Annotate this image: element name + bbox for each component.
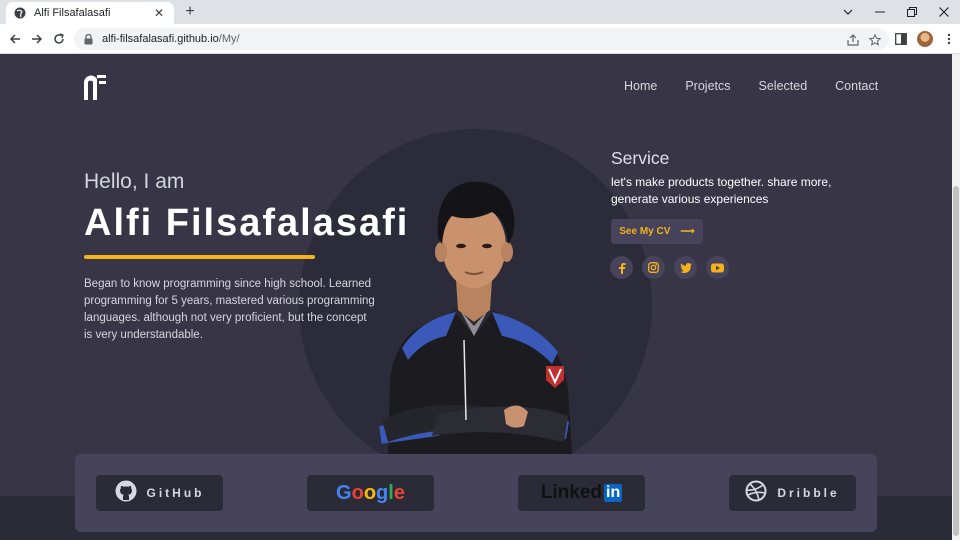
portfolio-page: Home Projetcs Selected Contact Hello, I … [0, 54, 952, 540]
linkedin-word: Linked [540, 482, 602, 503]
more-menu-icon[interactable] [938, 28, 960, 50]
facebook-icon[interactable] [610, 256, 633, 279]
linkedin-button[interactable]: Linked in [518, 475, 645, 511]
globe-icon [14, 7, 26, 19]
service-text: let's make products together. share more… [611, 175, 832, 206]
arrow-right-icon: ⟶ [680, 226, 695, 237]
google-letter: o [351, 481, 364, 504]
close-window-button[interactable] [928, 0, 960, 24]
github-label: GitHub [146, 486, 205, 500]
tab-close-icon[interactable]: ✕ [152, 6, 166, 20]
scrollbar-thumb[interactable] [953, 186, 959, 536]
reload-icon[interactable] [49, 29, 69, 49]
instagram-icon[interactable] [642, 256, 665, 279]
github-icon [115, 480, 137, 507]
twitter-icon[interactable] [674, 256, 697, 279]
youtube-icon[interactable] [706, 256, 729, 279]
nav-contact[interactable]: Contact [835, 79, 878, 93]
google-letter: g [376, 481, 389, 504]
dribble-button[interactable]: Dribble [729, 475, 856, 511]
lock-icon [84, 33, 94, 45]
google-logo: Google [336, 482, 405, 505]
nav-selected[interactable]: Selected [759, 79, 808, 93]
nav-projects[interactable]: Projetcs [685, 79, 730, 93]
main-nav: Home Projetcs Selected Contact [624, 79, 878, 93]
url-path: /My/ [218, 33, 240, 45]
linkedin-logo: Linked in [540, 482, 623, 504]
url-host: alfi-filsafalasafi.github.io [102, 33, 219, 45]
share-icon[interactable] [845, 32, 861, 48]
hero-greeting: Hello, I am [84, 170, 185, 193]
google-letter: e [393, 481, 405, 504]
site-logo[interactable] [83, 74, 107, 100]
back-arrow-icon[interactable] [5, 29, 25, 49]
bookmark-star-icon[interactable] [867, 32, 883, 48]
minimize-button[interactable] [864, 0, 896, 24]
profile-avatar[interactable] [914, 28, 936, 50]
service-title: Service [611, 148, 670, 168]
restore-button[interactable] [896, 0, 928, 24]
github-button[interactable]: GitHub [96, 475, 223, 511]
hero-description: Began to know programming since high sch… [84, 278, 375, 341]
hero-name: Alfi Filsafalasafi [84, 202, 410, 244]
google-letter: o [363, 481, 377, 504]
side-panel-icon[interactable] [890, 28, 912, 50]
tab-search-icon[interactable] [832, 0, 864, 24]
new-tab-button[interactable]: + [180, 2, 200, 22]
browser-toolbar: alfi-filsafalasafi.github.io/My/ [0, 24, 960, 54]
linkedin-in-badge: in [604, 484, 623, 502]
nav-home[interactable]: Home [624, 79, 657, 93]
dribbble-icon [745, 480, 767, 507]
social-links [610, 256, 729, 279]
tab-strip: Alfi Filsafalasafi ✕ + [0, 0, 960, 24]
url-text: alfi-filsafalasafi.github.io/My/ [102, 33, 240, 45]
forward-arrow-icon[interactable] [27, 29, 47, 49]
see-cv-label: See My CV [619, 226, 671, 237]
address-bar[interactable]: alfi-filsafalasafi.github.io/My/ [74, 28, 889, 50]
name-underline [84, 255, 315, 259]
google-letter: G [336, 481, 352, 504]
dribble-label: Dribble [777, 486, 840, 500]
browser-tab[interactable]: Alfi Filsafalasafi ✕ [6, 2, 174, 24]
tab-title: Alfi Filsafalasafi [34, 7, 111, 19]
google-button[interactable]: Google [307, 475, 434, 511]
partners-bar: GitHub Google Linked in Dribble [75, 454, 877, 532]
see-cv-button[interactable]: See My CV ⟶ [611, 219, 703, 244]
